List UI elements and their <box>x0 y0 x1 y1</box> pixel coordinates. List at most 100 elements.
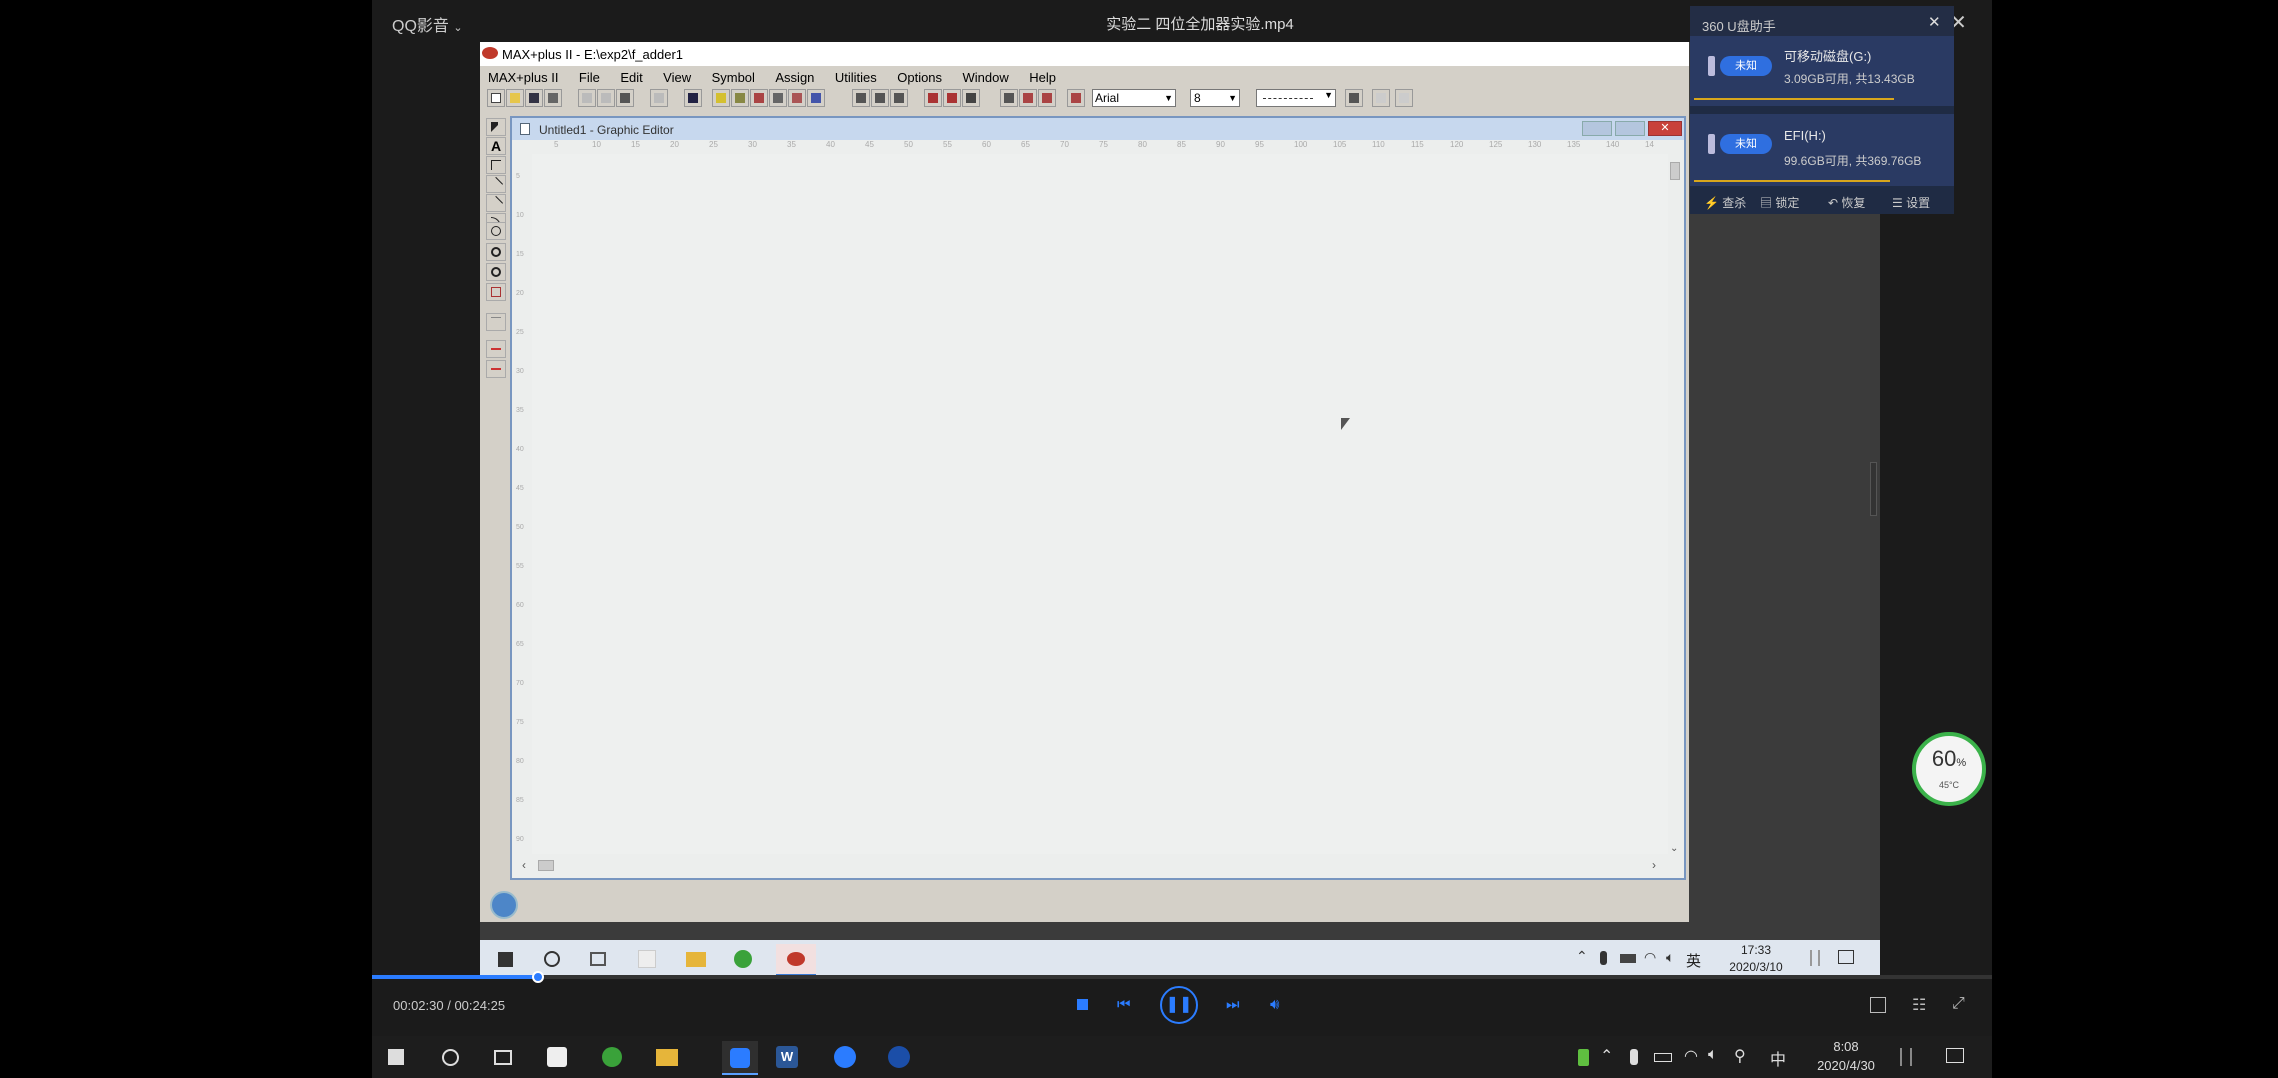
rubberband-on-icon[interactable] <box>486 340 506 358</box>
programmer-icon[interactable] <box>807 89 825 107</box>
orthogonal-line-icon[interactable] <box>486 156 506 174</box>
new-file-icon[interactable] <box>487 89 505 107</box>
save-check-icon[interactable] <box>943 89 961 107</box>
menu-item-utilities[interactable]: Utilities <box>835 70 877 85</box>
edge-browser-icon[interactable] <box>602 1047 622 1067</box>
performance-widget[interactable]: 60% 45°C <box>1912 732 1986 806</box>
player-progress-track[interactable] <box>372 971 1992 983</box>
diagonal-line-icon[interactable] <box>486 175 506 193</box>
scroll-left-arrow-icon[interactable]: ‹ <box>522 858 526 872</box>
scan-button[interactable]: ⚡ 查杀 <box>1704 194 1746 211</box>
restore-drive-button[interactable]: ↶ 恢复 <box>1828 194 1865 211</box>
settings-sliders-icon[interactable]: ☷ <box>1912 995 1926 1015</box>
scroll-right-arrow-icon[interactable]: › <box>1652 858 1656 872</box>
qq-player-taskbar-icon[interactable] <box>722 1041 758 1075</box>
usb-drive-card[interactable]: 未知 EFI(H:) 99.6GB可用, 共369.76GB <box>1690 114 1954 186</box>
feishu-icon[interactable] <box>834 1046 856 1068</box>
zoom-in-icon[interactable] <box>486 243 506 261</box>
menu-item-maxplus[interactable]: MAX+plus II <box>488 70 558 85</box>
taskbar-app-icon[interactable] <box>547 1047 567 1067</box>
close-icon[interactable]: ✕ <box>1928 13 1941 31</box>
side-scroll-handle[interactable] <box>1870 462 1877 516</box>
project-top-icon[interactable] <box>1038 89 1056 107</box>
horizontal-scrollbar[interactable]: ‹ › <box>516 856 1666 876</box>
open-text-icon[interactable] <box>871 89 889 107</box>
menu-item-assign[interactable]: Assign <box>775 70 814 85</box>
screenshot-button[interactable] <box>1870 997 1886 1013</box>
fullscreen-button[interactable]: ⤢ <box>1952 995 1965 1013</box>
undo-icon[interactable] <box>650 89 668 107</box>
volume-button[interactable]: 🔊︎ <box>1270 996 1279 1013</box>
open-folder-icon[interactable] <box>506 89 524 107</box>
copy-icon[interactable] <box>597 89 615 107</box>
floating-assistant-ball[interactable] <box>490 891 518 919</box>
help-pointer-icon[interactable] <box>684 89 702 107</box>
menu-item-window[interactable]: Window <box>963 70 1009 85</box>
open-waveform-icon[interactable] <box>890 89 908 107</box>
scroll-thumb[interactable] <box>538 860 554 871</box>
zoom-out-icon[interactable] <box>486 263 506 281</box>
lock-button[interactable]: ▤ 锁定 <box>1760 194 1799 211</box>
maxplus-desktop-icon[interactable] <box>888 1046 910 1068</box>
circle-tool-icon[interactable] <box>486 222 506 240</box>
menu-item-edit[interactable]: Edit <box>620 70 642 85</box>
timing-analyzer-icon[interactable] <box>788 89 806 107</box>
line-style-select[interactable]: ▼ <box>1256 89 1336 107</box>
paste-icon[interactable] <box>616 89 634 107</box>
project-icon[interactable] <box>1000 89 1018 107</box>
task-view-button[interactable] <box>494 1050 512 1065</box>
snap-grid-icon[interactable] <box>486 313 506 331</box>
notification-center-button[interactable] <box>1946 1048 1964 1063</box>
text-tool-icon[interactable]: A <box>486 137 506 155</box>
file-explorer-button[interactable] <box>656 1049 678 1066</box>
restore-button[interactable] <box>1615 121 1645 136</box>
close-button[interactable]: ✕ <box>1648 121 1682 136</box>
fit-window-icon[interactable] <box>486 283 506 301</box>
cut-icon[interactable] <box>578 89 596 107</box>
tray-chevron-up-icon[interactable]: ⌃ <box>1600 1046 1613 1066</box>
player-app-menu[interactable]: QQ影音 ⌄ <box>392 12 463 36</box>
settings-button[interactable]: ☰ 设置 <box>1892 194 1930 211</box>
print-icon[interactable] <box>544 89 562 107</box>
clock-date[interactable]: 2020/4/30 <box>1798 1058 1894 1073</box>
scroll-thumb[interactable] <box>1670 162 1680 180</box>
simulator-icon[interactable] <box>769 89 787 107</box>
progress-handle[interactable] <box>531 971 544 983</box>
menu-item-file[interactable]: File <box>579 70 600 85</box>
clock-time[interactable]: 8:08 <box>1816 1039 1876 1054</box>
menu-item-view[interactable]: View <box>663 70 691 85</box>
menu-item-help[interactable]: Help <box>1029 70 1056 85</box>
drawing-canvas[interactable] <box>532 154 1668 854</box>
pause-button[interactable]: ❚❚ <box>1160 986 1198 1024</box>
grid-settings-icon[interactable] <box>1345 89 1363 107</box>
previous-button[interactable]: ⏮ <box>1117 996 1131 1013</box>
save-simulate-icon[interactable] <box>962 89 980 107</box>
stop-button[interactable] <box>1077 999 1088 1010</box>
project-set-icon[interactable] <box>1019 89 1037 107</box>
select-arrow-icon[interactable] <box>486 118 506 136</box>
rubberband-off-icon[interactable] <box>486 360 506 378</box>
word-icon[interactable]: W <box>776 1046 798 1068</box>
save-icon[interactable] <box>525 89 543 107</box>
tile-icon[interactable] <box>1372 89 1390 107</box>
scroll-down-arrow-icon[interactable]: ⌄ <box>1670 843 1678 854</box>
menu-item-symbol[interactable]: Symbol <box>712 70 755 85</box>
diagonal-line-alt-icon[interactable] <box>486 194 506 212</box>
windows-start-button[interactable] <box>388 1049 404 1065</box>
ime-indicator[interactable]: 中 <box>1770 1046 1786 1070</box>
save-compile-icon[interactable] <box>924 89 942 107</box>
cascade-icon[interactable] <box>1395 89 1413 107</box>
vertical-scrollbar[interactable]: ⌄ <box>1668 154 1682 856</box>
project-save-icon[interactable] <box>1067 89 1085 107</box>
cortana-search-button[interactable] <box>442 1049 459 1066</box>
hierarchy-icon[interactable] <box>712 89 730 107</box>
menu-item-options[interactable]: Options <box>897 70 942 85</box>
minimize-button[interactable] <box>1582 121 1612 136</box>
usb-drive-card[interactable]: 未知 可移动磁盘(G:) 3.09GB可用, 共13.43GB <box>1690 36 1954 106</box>
compiler-icon[interactable] <box>750 89 768 107</box>
font-select[interactable]: Arial ▼ <box>1092 89 1176 107</box>
floorplan-icon[interactable] <box>731 89 749 107</box>
open-graphic-icon[interactable] <box>852 89 870 107</box>
next-button[interactable]: ⏭ <box>1226 996 1240 1013</box>
font-size-select[interactable]: 8 ▼ <box>1190 89 1240 107</box>
